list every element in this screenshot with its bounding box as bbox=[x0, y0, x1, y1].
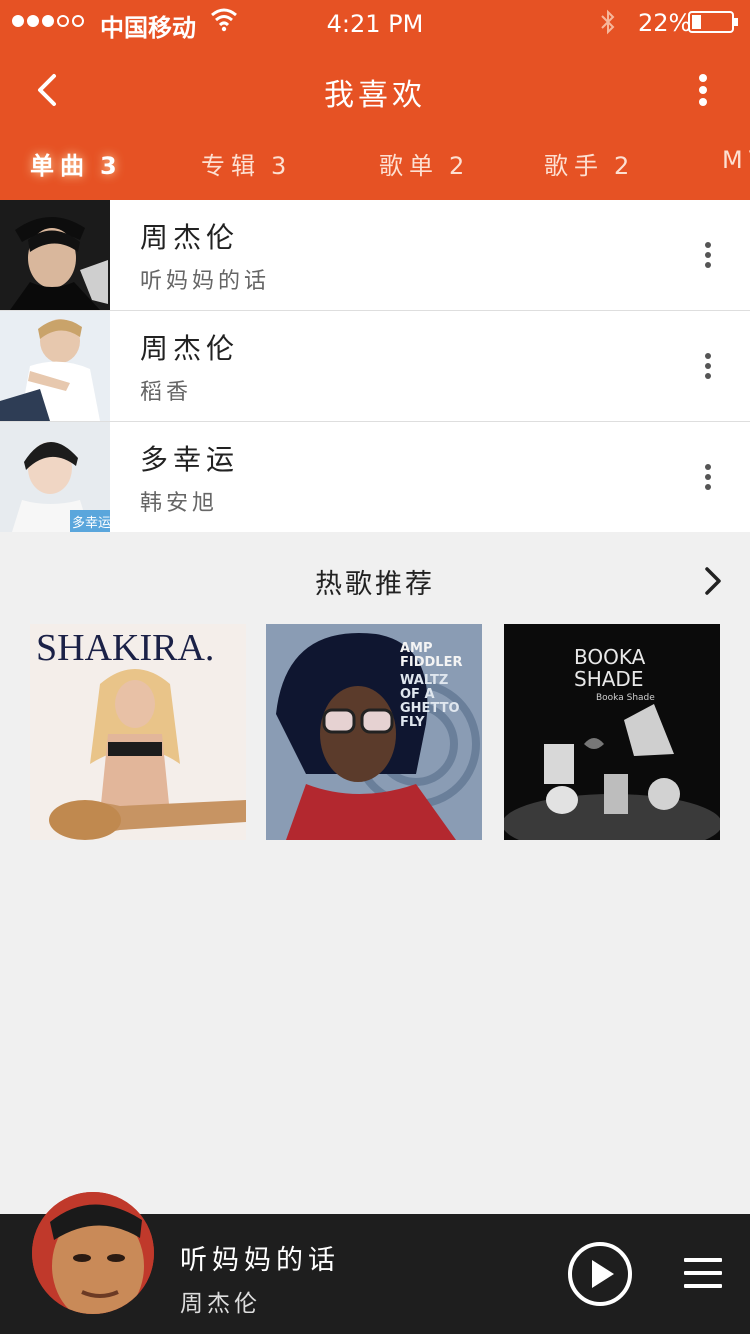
song-subtitle: 稻香 bbox=[140, 380, 193, 405]
thumbnail-badge-text: 多幸运 bbox=[72, 515, 110, 531]
album-cover-line: FIDDLER bbox=[400, 655, 462, 670]
album-cover-line: GHETTO bbox=[400, 701, 460, 716]
now-playing-artwork bbox=[32, 1192, 154, 1314]
tab-count: 3 bbox=[100, 152, 123, 180]
list-item[interactable]: 周杰伦 听妈妈的话 bbox=[0, 200, 750, 311]
tab-label: 歌单 bbox=[379, 152, 439, 180]
more-options-icon[interactable] bbox=[690, 70, 716, 110]
tab-count: 2 bbox=[614, 152, 636, 180]
song-more-icon[interactable] bbox=[694, 349, 722, 383]
tab-singles[interactable]: 单曲 3 bbox=[30, 146, 123, 181]
play-button-icon[interactable] bbox=[567, 1241, 633, 1307]
album-cover-amp-fiddler[interactable]: AMP FIDDLER WALTZ OF A GHETTO FLY bbox=[266, 624, 482, 840]
album-cover-line: SHADE bbox=[574, 667, 643, 691]
album-cover-line: Booka Shade bbox=[596, 693, 655, 703]
tab-label: 专辑 bbox=[201, 152, 261, 180]
category-tabs: 单曲 3 专辑 3 歌单 2 歌手 2 MV bbox=[0, 136, 750, 200]
tab-playlists[interactable]: 歌单 2 bbox=[379, 146, 470, 181]
bluetooth-icon bbox=[601, 9, 615, 35]
artist-thumbnail: 多幸运 bbox=[0, 422, 110, 532]
status-bar: 中国移动 4:21 PM 22% bbox=[0, 0, 750, 44]
tab-label: 单曲 bbox=[30, 152, 90, 180]
tab-artists[interactable]: 歌手 2 bbox=[544, 146, 635, 181]
battery-percent: 22% bbox=[638, 9, 692, 37]
playlist-menu-icon[interactable] bbox=[684, 1258, 722, 1290]
list-item[interactable]: 周杰伦 稻香 bbox=[0, 311, 750, 422]
song-name: 多幸运 bbox=[140, 443, 240, 476]
album-cover-title: SHAKIRA. bbox=[36, 627, 214, 669]
favorite-songs-list: 周杰伦 听妈妈的话 周杰伦 稻香 多幸运 多幸运 韩安旭 bbox=[0, 200, 750, 532]
now-playing-bar[interactable]: 听妈妈的话 周杰伦 bbox=[0, 1192, 750, 1334]
list-item[interactable]: 多幸运 多幸运 韩安旭 bbox=[0, 422, 750, 532]
section-title: 热歌推荐 bbox=[315, 569, 435, 600]
tab-albums[interactable]: 专辑 3 bbox=[201, 146, 292, 181]
song-more-icon[interactable] bbox=[694, 238, 722, 272]
battery-icon bbox=[688, 11, 738, 33]
album-cover-line: AMP bbox=[400, 641, 433, 656]
album-cover-booka-shade[interactable]: BOOKA SHADE Booka Shade bbox=[504, 624, 720, 840]
album-cover-line: BOOKA bbox=[574, 645, 646, 669]
now-playing-artist: 周杰伦 bbox=[180, 1291, 261, 1317]
artist-thumbnail bbox=[0, 200, 110, 310]
album-cover-line: OF A bbox=[400, 687, 435, 702]
song-subtitle: 韩安旭 bbox=[140, 491, 219, 516]
artist-thumbnail bbox=[0, 311, 110, 421]
song-subtitle: 听妈妈的话 bbox=[140, 269, 271, 294]
tab-label: MV bbox=[722, 146, 750, 174]
song-name: 周杰伦 bbox=[140, 221, 240, 254]
album-cover-line: WALTZ bbox=[400, 673, 448, 688]
album-cover-shakira[interactable]: SHAKIRA. bbox=[30, 624, 246, 840]
tab-count: 2 bbox=[449, 152, 471, 180]
now-playing-song: 听妈妈的话 bbox=[180, 1245, 340, 1276]
tab-label: 歌手 bbox=[544, 152, 604, 180]
nav-header: 我喜欢 bbox=[0, 44, 750, 136]
album-cover-line: FLY bbox=[400, 715, 425, 730]
tab-mv[interactable]: MV bbox=[722, 146, 750, 174]
page-title: 我喜欢 bbox=[324, 78, 426, 113]
song-name: 周杰伦 bbox=[140, 332, 240, 365]
tab-count: 3 bbox=[271, 152, 293, 180]
chevron-right-icon[interactable] bbox=[700, 564, 726, 598]
song-more-icon[interactable] bbox=[694, 460, 722, 494]
